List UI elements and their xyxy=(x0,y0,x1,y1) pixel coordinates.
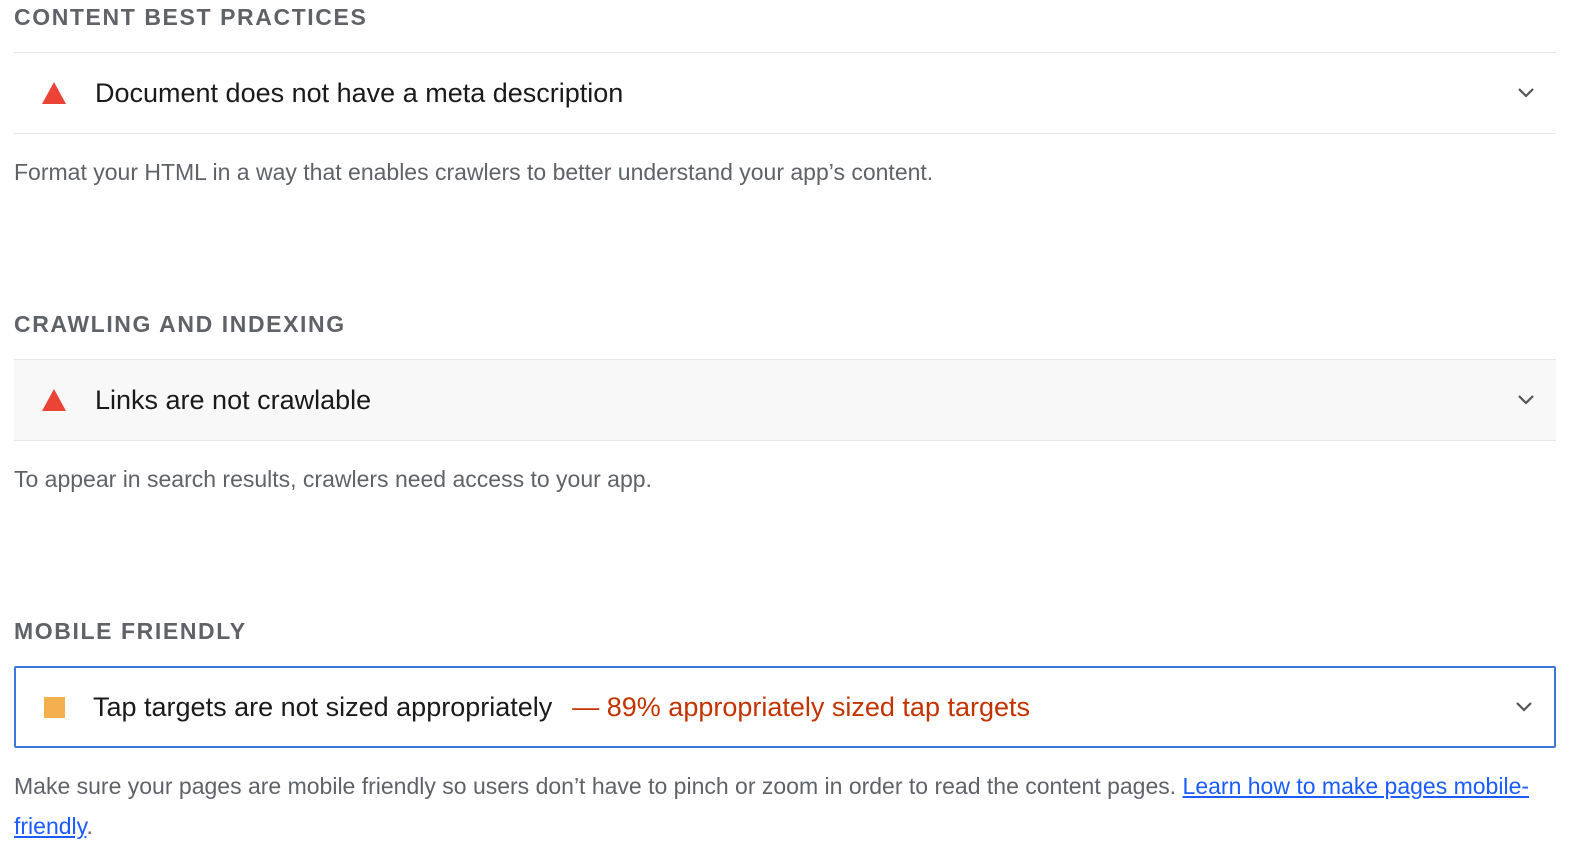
description-text: Make sure your pages are mobile friendly… xyxy=(14,773,1177,799)
group-description: Format your HTML in a way that enables c… xyxy=(14,159,934,185)
group-content-best-practices: CONTENT BEST PRACTICES Document does not… xyxy=(14,0,1556,192)
group-mobile-friendly: MOBILE FRIENDLY Tap targets are not size… xyxy=(14,614,1556,846)
group-title: CRAWLING AND INDEXING xyxy=(14,311,346,337)
audit-title: Links are not crawlable xyxy=(95,384,372,415)
chevron-down-icon[interactable] xyxy=(1514,697,1534,717)
audit-title: Document does not have a meta descriptio… xyxy=(95,77,624,108)
audit-tap-targets[interactable]: Tap targets are not sized appropriately … xyxy=(14,666,1556,748)
group-title: CONTENT BEST PRACTICES xyxy=(14,4,368,30)
red-triangle-icon xyxy=(42,389,66,411)
group-description: To appear in search results, crawlers ne… xyxy=(14,466,652,492)
audit-display-value: — 89% appropriately sized tap targets xyxy=(572,691,1031,722)
audit-meta-description[interactable]: Document does not have a meta descriptio… xyxy=(14,52,1556,134)
red-triangle-icon xyxy=(42,82,66,104)
description-trailing: . xyxy=(86,813,93,839)
group-description: Make sure your pages are mobile friendly… xyxy=(14,766,1556,846)
chevron-down-icon[interactable] xyxy=(1516,83,1536,103)
group-crawling-and-indexing: CRAWLING AND INDEXING Links are not craw… xyxy=(14,307,1556,499)
chevron-down-icon[interactable] xyxy=(1516,390,1536,410)
audit-links-crawlable[interactable]: Links are not crawlable xyxy=(14,359,1556,441)
group-title: MOBILE FRIENDLY xyxy=(14,618,247,644)
orange-square-icon xyxy=(44,696,65,718)
audit-title: Tap targets are not sized appropriately xyxy=(93,691,553,722)
